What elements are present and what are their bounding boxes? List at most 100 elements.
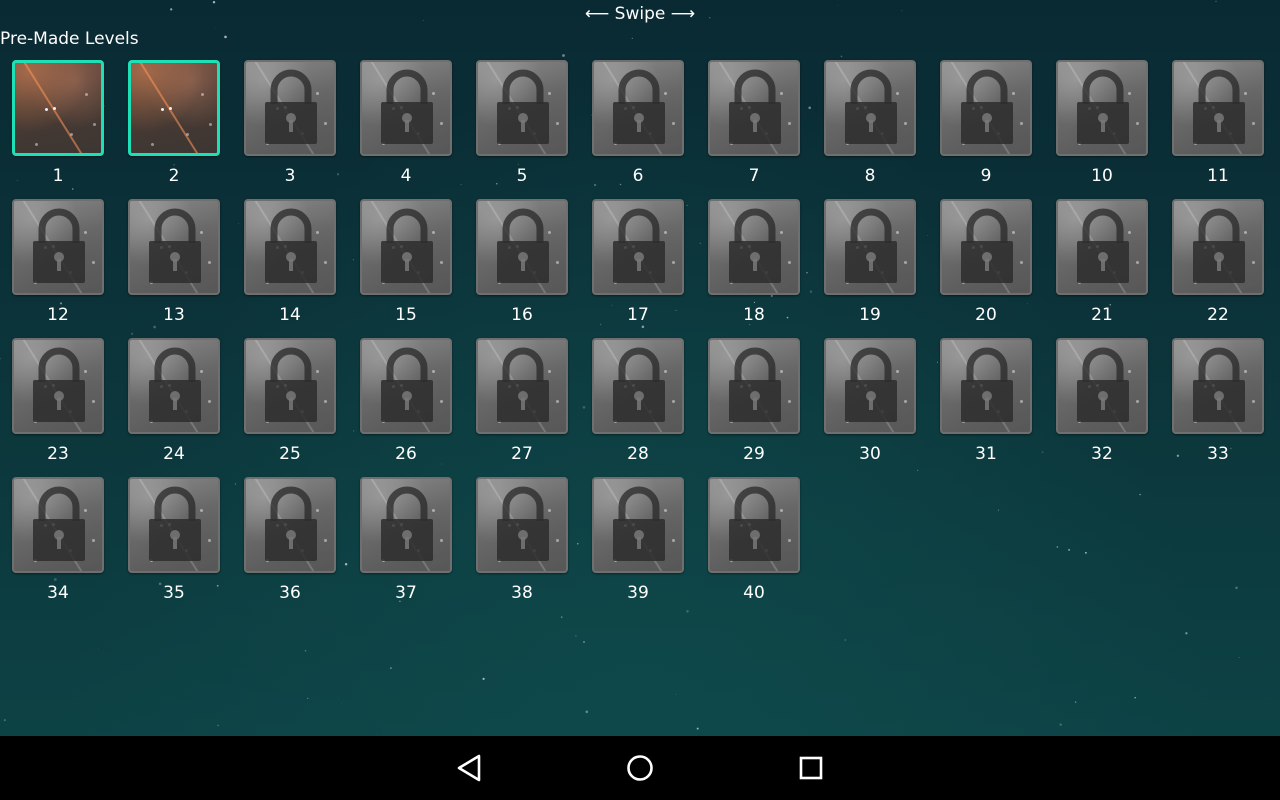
level-number: 13 bbox=[163, 305, 185, 325]
level-thumbnail-locked[interactable] bbox=[476, 338, 568, 434]
level-thumbnail-locked[interactable] bbox=[592, 60, 684, 156]
level-item-locked[interactable]: 11 bbox=[1172, 60, 1276, 194]
level-thumbnail-locked[interactable] bbox=[708, 477, 800, 573]
star-dot bbox=[85, 93, 88, 96]
level-item-locked[interactable]: 29 bbox=[708, 338, 812, 472]
level-item-locked[interactable]: 15 bbox=[360, 199, 464, 333]
level-item-locked[interactable]: 12 bbox=[12, 199, 116, 333]
level-item-locked[interactable]: 16 bbox=[476, 199, 580, 333]
level-thumbnail[interactable] bbox=[128, 60, 220, 156]
level-thumbnail-locked[interactable] bbox=[12, 338, 104, 434]
star-dot bbox=[788, 122, 791, 125]
level-item-locked[interactable]: 33 bbox=[1172, 338, 1276, 472]
level-item-locked[interactable]: 34 bbox=[12, 477, 116, 611]
level-thumbnail-locked[interactable] bbox=[592, 338, 684, 434]
level-thumbnail-locked[interactable] bbox=[940, 60, 1032, 156]
level-thumbnail-locked[interactable] bbox=[128, 199, 220, 295]
level-item-locked[interactable]: 30 bbox=[824, 338, 928, 472]
recents-button[interactable] bbox=[791, 748, 831, 788]
level-thumbnail-locked[interactable] bbox=[1056, 199, 1148, 295]
level-thumbnail-locked[interactable] bbox=[940, 199, 1032, 295]
level-thumbnail-locked[interactable] bbox=[12, 199, 104, 295]
star-dot bbox=[672, 261, 675, 264]
level-item-locked[interactable]: 19 bbox=[824, 199, 928, 333]
level-item-locked[interactable]: 26 bbox=[360, 338, 464, 472]
level-number: 29 bbox=[743, 444, 765, 464]
star-dot bbox=[904, 122, 907, 125]
level-thumbnail-locked[interactable] bbox=[708, 338, 800, 434]
level-select-screen: ⟵ Swipe ⟶ Pre-Made Levels 1 2 3 4 5 6 7 8 9 10 11 1… bbox=[0, 0, 1280, 736]
level-item-locked[interactable]: 21 bbox=[1056, 199, 1160, 333]
level-thumbnail-locked[interactable] bbox=[12, 477, 104, 573]
level-thumbnail-locked[interactable] bbox=[592, 199, 684, 295]
level-item-locked[interactable]: 28 bbox=[592, 338, 696, 472]
level-thumbnail-locked[interactable] bbox=[244, 477, 336, 573]
level-item-locked[interactable]: 13 bbox=[128, 199, 232, 333]
level-item-locked[interactable]: 25 bbox=[244, 338, 348, 472]
level-item-locked[interactable]: 38 bbox=[476, 477, 580, 611]
level-item-locked[interactable]: 9 bbox=[940, 60, 1044, 194]
star-dot bbox=[70, 133, 73, 136]
level-item-locked[interactable]: 37 bbox=[360, 477, 464, 611]
level-thumbnail-locked[interactable] bbox=[708, 60, 800, 156]
level-thumbnail-locked[interactable] bbox=[1172, 338, 1264, 434]
level-item-locked[interactable]: 17 bbox=[592, 199, 696, 333]
level-item-locked[interactable]: 3 bbox=[244, 60, 348, 194]
level-item-locked[interactable]: 32 bbox=[1056, 338, 1160, 472]
level-item-locked[interactable]: 40 bbox=[708, 477, 812, 611]
level-thumbnail-locked[interactable] bbox=[824, 338, 916, 434]
level-thumbnail-locked[interactable] bbox=[1172, 60, 1264, 156]
level-thumbnail-locked[interactable] bbox=[360, 60, 452, 156]
level-thumbnail-locked[interactable] bbox=[244, 199, 336, 295]
home-circle-icon bbox=[627, 755, 653, 781]
star-dot bbox=[201, 93, 204, 96]
level-item-locked[interactable]: 14 bbox=[244, 199, 348, 333]
level-item-unlocked[interactable]: 2 bbox=[128, 60, 232, 194]
level-item-locked[interactable]: 39 bbox=[592, 477, 696, 611]
level-item-locked[interactable]: 10 bbox=[1056, 60, 1160, 194]
home-button[interactable] bbox=[620, 748, 660, 788]
level-thumbnail-locked[interactable] bbox=[244, 60, 336, 156]
level-thumbnail-locked[interactable] bbox=[824, 199, 916, 295]
level-number: 4 bbox=[400, 166, 412, 186]
level-thumbnail-locked[interactable] bbox=[1172, 199, 1264, 295]
level-item-locked[interactable]: 7 bbox=[708, 60, 812, 194]
level-item-locked[interactable]: 24 bbox=[128, 338, 232, 472]
level-item-locked[interactable]: 23 bbox=[12, 338, 116, 472]
level-item-locked[interactable]: 18 bbox=[708, 199, 812, 333]
level-grid: 1 2 3 4 5 6 7 8 9 10 11 12 13 14 15 16 17 18 19 20 21 22 23 24 2… bbox=[0, 0, 1280, 736]
level-thumbnail-locked[interactable] bbox=[476, 199, 568, 295]
level-item-locked[interactable]: 4 bbox=[360, 60, 464, 194]
level-thumbnail-locked[interactable] bbox=[128, 338, 220, 434]
level-item-locked[interactable]: 31 bbox=[940, 338, 1044, 472]
level-item-unlocked[interactable]: 1 bbox=[12, 60, 116, 194]
level-thumbnail-locked[interactable] bbox=[708, 199, 800, 295]
level-thumbnail-locked[interactable] bbox=[360, 199, 452, 295]
padlock-icon bbox=[265, 208, 317, 283]
level-thumbnail-locked[interactable] bbox=[476, 60, 568, 156]
level-item-locked[interactable]: 27 bbox=[476, 338, 580, 472]
level-thumbnail-locked[interactable] bbox=[1056, 60, 1148, 156]
level-item-locked[interactable]: 8 bbox=[824, 60, 928, 194]
padlock-icon bbox=[497, 208, 549, 283]
level-number: 21 bbox=[1091, 305, 1113, 325]
level-thumbnail-locked[interactable] bbox=[360, 477, 452, 573]
level-thumbnail-locked[interactable] bbox=[128, 477, 220, 573]
level-thumbnail[interactable] bbox=[12, 60, 104, 156]
back-button[interactable] bbox=[450, 748, 490, 788]
level-thumbnail-locked[interactable] bbox=[1056, 338, 1148, 434]
level-item-locked[interactable]: 22 bbox=[1172, 199, 1276, 333]
padlock-icon bbox=[613, 69, 665, 144]
level-thumbnail-locked[interactable] bbox=[824, 60, 916, 156]
level-thumbnail-locked[interactable] bbox=[592, 477, 684, 573]
level-item-locked[interactable]: 20 bbox=[940, 199, 1044, 333]
level-thumbnail-locked[interactable] bbox=[244, 338, 336, 434]
level-thumbnail-locked[interactable] bbox=[940, 338, 1032, 434]
level-item-locked[interactable]: 5 bbox=[476, 60, 580, 194]
level-item-locked[interactable]: 6 bbox=[592, 60, 696, 194]
level-thumbnail-locked[interactable] bbox=[476, 477, 568, 573]
padlock-icon bbox=[1193, 208, 1245, 283]
level-item-locked[interactable]: 36 bbox=[244, 477, 348, 611]
level-thumbnail-locked[interactable] bbox=[360, 338, 452, 434]
level-item-locked[interactable]: 35 bbox=[128, 477, 232, 611]
